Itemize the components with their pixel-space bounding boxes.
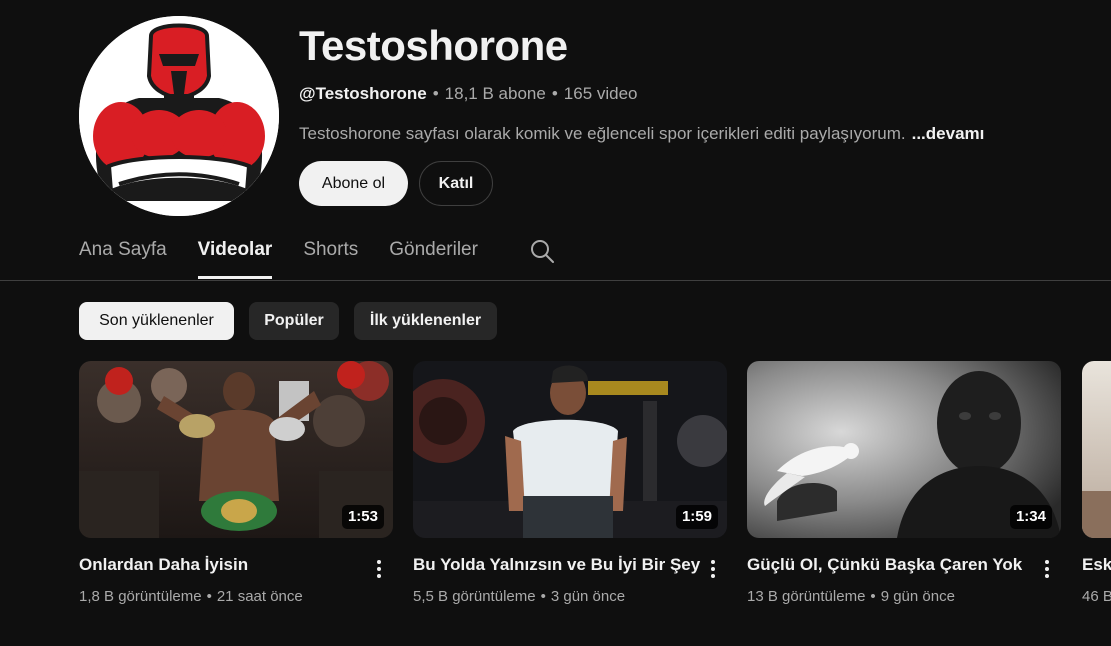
view-count: 13 B görüntüleme (747, 588, 866, 605)
tabs-divider (0, 280, 1111, 281)
partial-thumbnail-image (1082, 361, 1111, 538)
more-link[interactable]: ...devamı (912, 124, 985, 143)
video-title[interactable]: Esk (1082, 555, 1111, 575)
channel-meta: @Testoshorone • 18,1 B abone • 165 video (299, 84, 638, 104)
video-duration: 1:53 (341, 505, 384, 529)
meta-separator: • (870, 588, 876, 605)
subscriber-count: 18,1 B abone (444, 84, 546, 103)
join-button[interactable]: Katıl (419, 161, 493, 206)
channel-handle[interactable]: @Testoshorone (299, 84, 427, 103)
tab-home[interactable]: Ana Sayfa (79, 236, 167, 280)
channel-description[interactable]: Testoshorone sayfası olarak komik ve eğl… (299, 124, 984, 144)
chip-latest[interactable]: Son yüklenenler (79, 302, 234, 340)
video-card[interactable]: 1:59 Bu Yolda Yalnızsın ve Bu İyi Bir Şe… (413, 361, 727, 605)
more-options-icon[interactable] (369, 557, 389, 581)
video-meta: 1,8 B görüntüleme • 21 saat önce (79, 588, 303, 605)
description-text: Testoshorone sayfası olarak komik ve eğl… (299, 124, 906, 143)
more-options-icon[interactable] (703, 557, 723, 581)
upload-age: 3 gün önce (550, 588, 626, 605)
upload-age: 21 saat önce (216, 588, 303, 605)
video-duration: 1:34 (1009, 505, 1052, 529)
search-icon[interactable] (529, 238, 555, 264)
channel-page: Testoshorone @Testoshorone • 18,1 B abone •… (0, 0, 1111, 646)
chip-popular[interactable]: Popüler (249, 302, 339, 340)
video-title[interactable]: Bu Yolda Yalnızsın ve Bu İyi Bir Şey (413, 555, 700, 575)
video-card[interactable]: 1:34 Güçlü Ol, Çünkü Başka Çaren Yok 13 … (747, 361, 1061, 605)
more-options-icon[interactable] (1037, 557, 1057, 581)
video-title[interactable]: Güçlü Ol, Çünkü Başka Çaren Yok (747, 555, 1027, 575)
video-meta: 5,5 B görüntüleme • 3 gün önce (413, 588, 625, 605)
meta-separator: • (432, 84, 439, 103)
upload-age: 9 gün önce (880, 588, 955, 605)
video-meta: 46 B (1082, 588, 1111, 605)
chip-oldest[interactable]: İlk yüklenenler (354, 302, 497, 340)
tab-videos[interactable]: Videolar (197, 236, 272, 280)
video-title[interactable]: Onlardan Daha İyisin (79, 555, 359, 575)
video-thumbnail[interactable] (1082, 361, 1111, 538)
meta-separator: • (206, 588, 212, 605)
video-thumbnail[interactable]: 1:59 (413, 361, 727, 538)
video-thumbnail[interactable]: 1:53 (79, 361, 393, 538)
view-count: 5,5 B görüntüleme (413, 588, 536, 605)
video-thumbnail[interactable]: 1:34 (747, 361, 1061, 538)
tab-posts[interactable]: Gönderiler (389, 236, 478, 280)
video-duration: 1:59 (675, 505, 718, 529)
channel-title: Testoshorone (299, 22, 568, 69)
video-count: 165 video (563, 84, 638, 103)
tab-shorts[interactable]: Shorts (303, 236, 358, 280)
view-count: 1,8 B görüntüleme (79, 588, 202, 605)
channel-tabs: Ana Sayfa Videolar Shorts Gönderiler (79, 236, 509, 280)
video-card[interactable]: 1:53 Onlardan Daha İyisin 1,8 B görüntül… (79, 361, 393, 605)
meta-separator: • (551, 84, 558, 103)
channel-avatar[interactable] (79, 16, 279, 216)
subscribe-button[interactable]: Abone ol (299, 161, 408, 206)
meta-separator: • (540, 588, 546, 605)
muscle-mascot-logo (79, 16, 279, 216)
video-meta: 13 B görüntüleme • 9 gün önce (747, 588, 955, 605)
